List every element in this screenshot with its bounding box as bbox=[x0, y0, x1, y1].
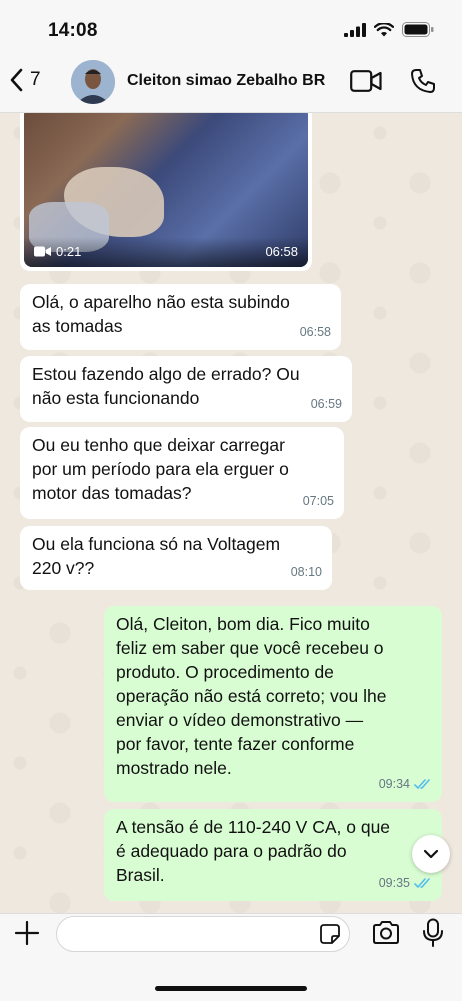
message-time-text: 08:10 bbox=[290, 565, 322, 579]
back-button[interactable]: 7 bbox=[10, 68, 41, 92]
status-time: 14:08 bbox=[48, 20, 98, 41]
message-text: Ou ela funciona só na Voltagem 220 v?? bbox=[32, 534, 281, 578]
message-time: 08:10 bbox=[291, 560, 322, 584]
video-timestamp: 06:58 bbox=[265, 244, 298, 259]
message-time: 09:34 bbox=[379, 772, 432, 796]
status-icons bbox=[344, 22, 434, 37]
sticker-icon[interactable] bbox=[319, 923, 341, 945]
message-time: 06:58 bbox=[300, 320, 331, 344]
contact-name[interactable]: Cleiton simao Zebalho BR bbox=[127, 72, 325, 90]
message-bubble-incoming[interactable]: Ou eu tenho que deixar carregar por um p… bbox=[20, 427, 344, 519]
status-bar: 14:08 bbox=[0, 0, 462, 56]
message-text: Ou eu tenho que deixar carregar por um p… bbox=[32, 435, 289, 503]
video-call-icon[interactable] bbox=[350, 70, 382, 92]
message-text: Estou fazendo algo de errado? Ou não est… bbox=[32, 364, 300, 408]
message-bubble-outgoing[interactable]: Olá, Cleiton, bom dia. Fico muito feliz … bbox=[104, 606, 442, 802]
message-text: Olá, o aparelho não esta subindo as toma… bbox=[32, 292, 290, 336]
message-bubble-incoming[interactable]: Ou ela funciona só na Voltagem 220 v?? 0… bbox=[20, 526, 332, 590]
scroll-to-bottom-button[interactable] bbox=[412, 835, 450, 873]
back-chevron-icon bbox=[10, 68, 23, 92]
message-time-text: 06:59 bbox=[310, 397, 342, 411]
chevron-down-icon bbox=[423, 849, 439, 859]
video-duration: 0:21 bbox=[34, 244, 81, 259]
message-time: 09:35 bbox=[379, 871, 432, 895]
message-bubble-incoming[interactable]: Olá, o aparelho não esta subindo as toma… bbox=[20, 284, 341, 350]
message-bubble-incoming[interactable]: Estou fazendo algo de errado? Ou não est… bbox=[20, 356, 352, 422]
message-time: 07:05 bbox=[303, 489, 334, 513]
message-time-text: 07:05 bbox=[302, 494, 334, 508]
header-actions bbox=[350, 68, 436, 94]
message-list[interactable]: 0:21 06:58 Olá, o aparelho não esta subi… bbox=[0, 113, 462, 913]
double-check-icon bbox=[414, 877, 430, 888]
home-indicator bbox=[155, 986, 307, 991]
wifi-icon bbox=[374, 22, 394, 36]
microphone-icon[interactable] bbox=[422, 918, 444, 948]
signal-icon bbox=[344, 22, 366, 37]
phone-icon[interactable] bbox=[410, 68, 436, 94]
message-time-text: 09:34 bbox=[378, 777, 410, 791]
video-camera-icon bbox=[34, 246, 51, 257]
video-message[interactable]: 0:21 06:58 bbox=[20, 113, 312, 271]
profile-photo bbox=[71, 60, 115, 104]
video-duration-text: 0:21 bbox=[56, 244, 82, 259]
avatar[interactable] bbox=[71, 60, 115, 104]
camera-icon[interactable] bbox=[371, 920, 401, 946]
message-text: Olá, Cleiton, bom dia. Fico muito feliz … bbox=[116, 614, 387, 778]
chat-header: 7 Cleiton simao Zebalho BR bbox=[0, 56, 462, 113]
double-check-icon bbox=[414, 778, 430, 789]
message-time: 06:59 bbox=[311, 392, 342, 416]
message-input[interactable] bbox=[69, 917, 313, 951]
video-thumbnail[interactable]: 0:21 06:58 bbox=[24, 113, 308, 267]
message-bubble-outgoing[interactable]: A tensão é de 110-240 V CA, o que é adeq… bbox=[104, 809, 442, 901]
message-time-text: 09:35 bbox=[378, 876, 410, 890]
unread-count: 7 bbox=[30, 69, 41, 90]
plus-icon[interactable] bbox=[14, 920, 40, 946]
battery-icon bbox=[402, 22, 434, 37]
message-time-text: 06:58 bbox=[299, 325, 331, 339]
message-input-wrapper bbox=[56, 916, 350, 952]
composer-bar bbox=[0, 913, 462, 1001]
